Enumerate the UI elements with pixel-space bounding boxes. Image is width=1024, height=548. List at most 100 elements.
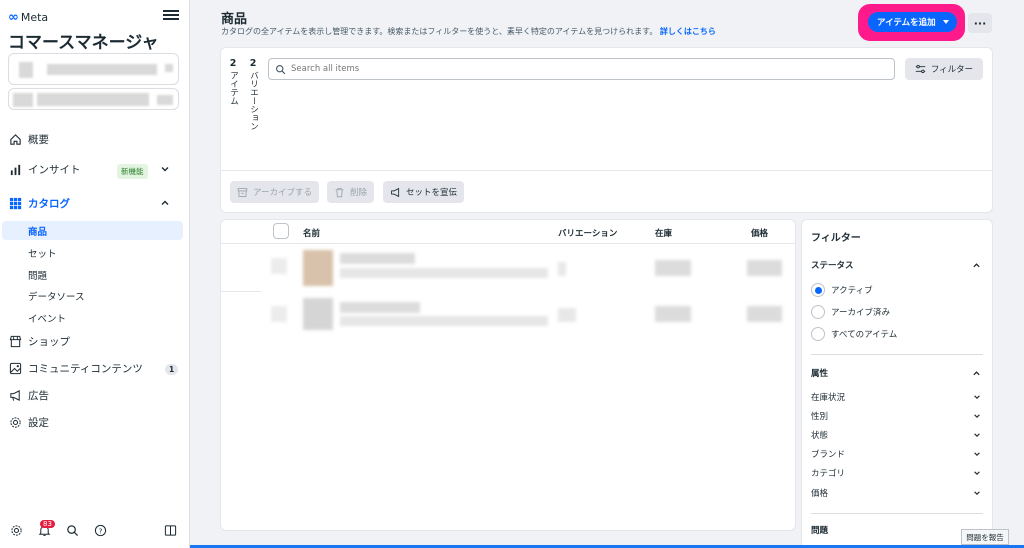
attr-category[interactable]: カテゴリ [811,466,983,480]
status-option-archived[interactable]: アーカイブ済み [811,304,890,320]
search-icon [276,64,286,74]
page-title: 商品 [221,12,248,27]
menu-icon[interactable] [163,8,179,22]
archive-button[interactable]: アーカイブする [230,181,319,203]
archive-icon [237,187,248,197]
search-bar [268,58,895,80]
variations-cell [558,308,576,322]
community-count-badge: 1 [165,364,179,375]
chevron-up-icon[interactable] [160,198,170,208]
product-id [340,268,548,278]
chevron-up-icon[interactable] [972,369,981,378]
item-count: 2 アイテム [228,58,239,105]
help-icon[interactable]: ? [92,522,108,538]
filter-panel-title: フィルター [811,233,861,244]
nav-community-content[interactable]: コミュニティコンテンツ [0,357,190,379]
trash-icon [335,187,344,197]
status-section-label[interactable]: ステータス [811,259,854,271]
attr-gender[interactable]: 性別 [811,409,983,423]
chevron-down-icon[interactable] [160,164,170,174]
issues-section-label[interactable]: 問題 [811,524,828,536]
nav-ads[interactable]: 広告 [0,384,190,406]
gear-icon [8,415,22,429]
toolbar-divider [221,170,992,171]
stock-cell [655,306,691,322]
business-account-selector[interactable] [8,53,179,85]
sidebar: ∞ Meta コマースマネージャ 概要 インサイト 新機能 カタログ 商品 セッ… [0,0,190,548]
search-icon[interactable] [64,522,80,538]
row-checkbox[interactable] [271,306,287,322]
learn-more-link[interactable]: 詳しくはこちら [660,27,716,36]
select-all-checkbox[interactable] [273,223,289,239]
community-image-icon [8,361,22,375]
col-variations[interactable]: バリエーション [558,227,617,239]
catalog-grid-icon [8,196,22,210]
col-price[interactable]: 価格 [751,227,768,239]
more-options-button[interactable]: ··· [968,13,992,33]
filter-button[interactable]: フィルター [905,58,983,80]
notification-count-badge: 83 [40,520,55,528]
radio-unselected[interactable] [811,305,825,319]
chevron-down-icon [974,471,980,475]
attr-brand[interactable]: ブランド [811,447,983,461]
status-option-all[interactable]: すべてのアイテム [811,326,897,342]
insights-icon [8,162,22,176]
page-description: カタログの全アイテムを表示し管理できます。検索またはフィルターを使うと、素早く特… [221,27,716,36]
attr-price[interactable]: 価格 [811,486,983,500]
stock-cell [655,260,691,276]
table-header-divider [221,243,795,244]
new-badge: 新機能 [117,164,148,179]
price-cell [747,306,782,322]
delete-button[interactable]: 削除 [327,181,375,203]
attr-availability[interactable]: 在庫状況 [811,390,983,404]
attr-condition[interactable]: 状態 [811,428,983,442]
settings-gear-icon[interactable] [8,522,24,538]
sidebar-bottom-bar: ? [0,518,190,542]
nav-settings[interactable]: 設定 [0,411,190,433]
product-thumbnail [303,250,333,286]
variation-count: 2 バリエーション [248,58,259,131]
chevron-down-icon [974,491,980,495]
search-input[interactable] [291,64,871,74]
col-name[interactable]: 名前 [303,227,320,239]
collapse-panel-icon[interactable] [162,522,178,538]
sub-sets[interactable]: セット [2,243,183,262]
attributes-section-label[interactable]: 属性 [811,367,828,379]
product-name [340,302,420,313]
nav-shop[interactable]: ショップ [0,330,190,352]
catalog-selector[interactable] [8,88,179,110]
sub-issues[interactable]: 問題 [2,265,183,284]
add-item-button[interactable]: アイテムを追加 [868,12,957,32]
meta-infinity-icon: ∞ [8,10,19,25]
row-divider [221,291,261,292]
radio-unselected[interactable] [811,327,825,341]
variations-cell [558,262,566,276]
sub-products[interactable]: 商品 [2,221,183,240]
megaphone-icon [391,187,400,197]
chevron-down-icon [974,414,980,418]
col-stock[interactable]: 在庫 [655,227,672,239]
megaphone-icon [8,388,22,402]
sub-events[interactable]: イベント [2,308,183,327]
report-problem-button[interactable]: 問題を報告 [961,529,1009,545]
nav-overview[interactable]: 概要 [0,128,190,150]
chevron-down-icon [974,452,980,456]
shop-icon [8,334,22,348]
sub-data-sources[interactable]: データソース [2,286,183,305]
chevron-down-icon [974,433,980,437]
meta-logo[interactable]: ∞ Meta [8,10,48,25]
promote-set-button[interactable]: セットを宣伝 [383,181,465,203]
row-checkbox[interactable] [271,258,287,274]
sliders-icon [915,64,926,74]
product-thumbnail [303,298,333,330]
status-option-active[interactable]: アクティブ [811,282,873,298]
svg-text:?: ? [98,526,102,535]
app-title: コマースマネージャ [8,33,159,53]
price-cell [747,260,782,276]
filter-divider [811,354,983,355]
radio-selected[interactable] [811,283,825,297]
home-icon [8,132,22,146]
chevron-down-icon [974,395,980,399]
filter-divider [811,513,983,514]
chevron-up-icon[interactable] [972,261,981,270]
